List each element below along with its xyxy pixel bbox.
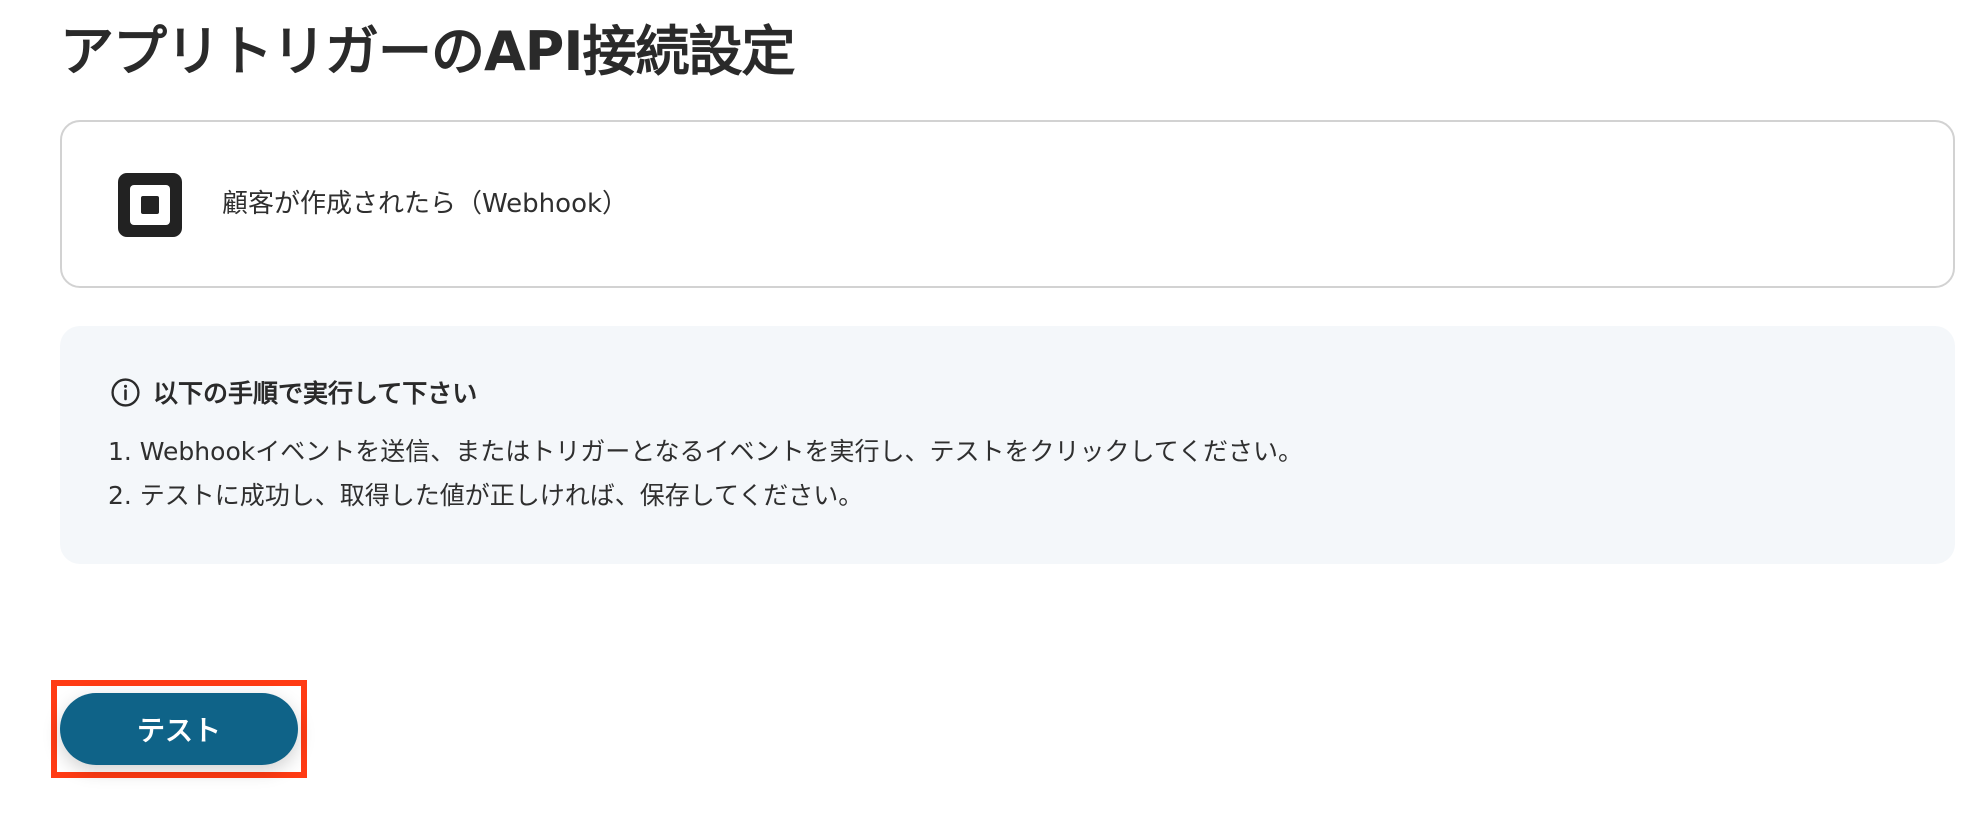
trigger-label: 顧客が作成されたら（Webhook） [222,189,629,219]
test-button[interactable]: テスト [60,693,298,765]
page-title: アプリトリガーのAPI接続設定 [60,20,795,83]
instruction-step: 1. Webhookイベントを送信、またはトリガーとなるイベントを実行し、テスト… [108,437,1303,466]
instructions-steps: 1. Webhookイベントを送信、またはトリガーとなるイベントを実行し、テスト… [108,430,1303,518]
instruction-step: 2. テストに成功し、取得した値が正しければ、保存してください。 [108,481,864,510]
trigger-card: 顧客が作成されたら（Webhook） [60,120,1955,288]
instructions-heading-text: 以下の手順で実行して下さい [153,379,478,408]
info-circle-icon [111,377,140,407]
instructions-heading: 以下の手順で実行して下さい [110,372,477,412]
api-connection-settings-page: アプリトリガーのAPI接続設定 顧客が作成されたら（Webhook） 以下の手順… [0,0,1976,834]
square-logo-icon [118,173,182,237]
instructions-box: 以下の手順で実行して下さい 1. Webhookイベントを送信、またはトリガーと… [60,326,1955,564]
